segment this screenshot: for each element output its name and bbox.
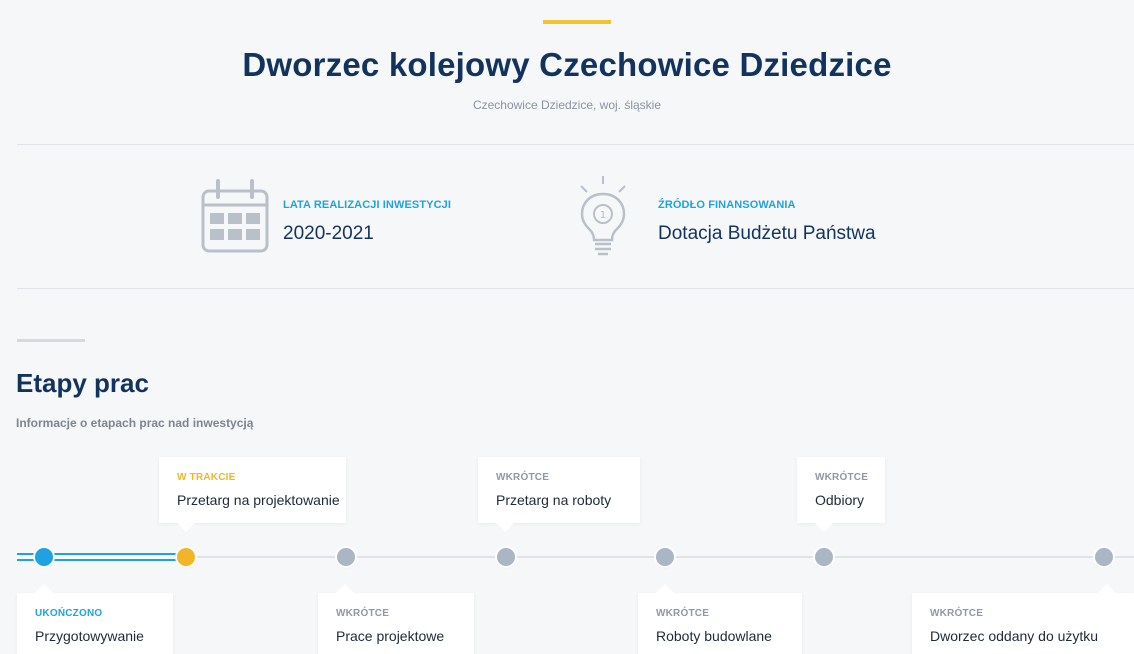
stage-name: Roboty budowlane: [656, 628, 772, 644]
card-pointer: [336, 584, 354, 593]
stage-status: WKRÓTCE: [656, 608, 710, 619]
section-accent-bar: [17, 339, 85, 342]
stage-status: WKRÓTCE: [815, 472, 869, 483]
info-value-funding: Dotacja Budżetu Państwa: [658, 223, 876, 244]
info-value-years: 2020-2021: [283, 223, 374, 244]
divider-bottom: [17, 288, 1134, 289]
stage-status: WKRÓTCE: [930, 608, 984, 619]
stage-card-3[interactable]: WKRÓTCE Prace projektowe: [318, 584, 474, 654]
lightbulb-icon: 1: [573, 174, 633, 263]
svg-text:1: 1: [600, 210, 606, 221]
timeline-node-5[interactable]: [656, 548, 674, 566]
timeline-node-7[interactable]: [1095, 548, 1113, 566]
divider-top: [17, 144, 1134, 145]
timeline-node-3[interactable]: [337, 548, 355, 566]
card-pointer: [35, 584, 53, 593]
timeline-node-6[interactable]: [815, 548, 833, 566]
card-pointer: [656, 584, 674, 593]
stage-card-4[interactable]: WKRÓTCE Przetarg na roboty: [478, 457, 640, 532]
info-label-funding: ŹRÓDŁO FINANSOWANIA: [658, 199, 796, 211]
stage-name: Odbiory: [815, 492, 865, 508]
accent-bar: [543, 20, 611, 24]
stage-name: Przetarg na projektowanie: [177, 492, 340, 508]
page-location: Czechowice Dziedzice, woj. śląskie: [472, 98, 662, 112]
card-pointer: [496, 523, 514, 532]
stage-card-6[interactable]: WKRÓTCE Odbiory: [797, 457, 885, 532]
stage-name: Dworzec oddany do użytku: [930, 628, 1099, 644]
card-pointer: [177, 523, 195, 532]
section-title: Etapy prac: [16, 368, 149, 398]
timeline-node-4[interactable]: [497, 548, 515, 566]
stage-name: Prace projektowe: [336, 628, 445, 644]
stage-card-7[interactable]: WKRÓTCE Dworzec oddany do użytku: [912, 584, 1134, 654]
stage-name: Przygotowywanie: [35, 628, 144, 644]
stage-status: W TRAKCIE: [177, 472, 236, 483]
calendar-icon: [200, 177, 270, 260]
stage-card-2[interactable]: W TRAKCIE Przetarg na projektowanie: [159, 457, 346, 532]
page-title: Dworzec kolejowy Czechowice Dziedzice: [242, 46, 892, 83]
stage-card-1[interactable]: UKOŃCZONO Przygotowywanie: [17, 584, 173, 654]
card-pointer: [1098, 584, 1116, 593]
stage-name: Przetarg na roboty: [496, 492, 612, 508]
stage-status: UKOŃCZONO: [35, 608, 103, 619]
info-label-years: LATA REALIZACJI INWESTYCJI: [283, 199, 452, 211]
card-pointer: [815, 523, 833, 532]
stage-status: WKRÓTCE: [496, 472, 550, 483]
timeline-node-2[interactable]: [177, 548, 195, 566]
stage-card-5[interactable]: WKRÓTCE Roboty budowlane: [638, 584, 802, 654]
stage-status: WKRÓTCE: [336, 608, 390, 619]
section-subtitle: Informacje o etapach prac nad inwestycją: [16, 416, 254, 430]
timeline-node-1[interactable]: [35, 548, 53, 566]
